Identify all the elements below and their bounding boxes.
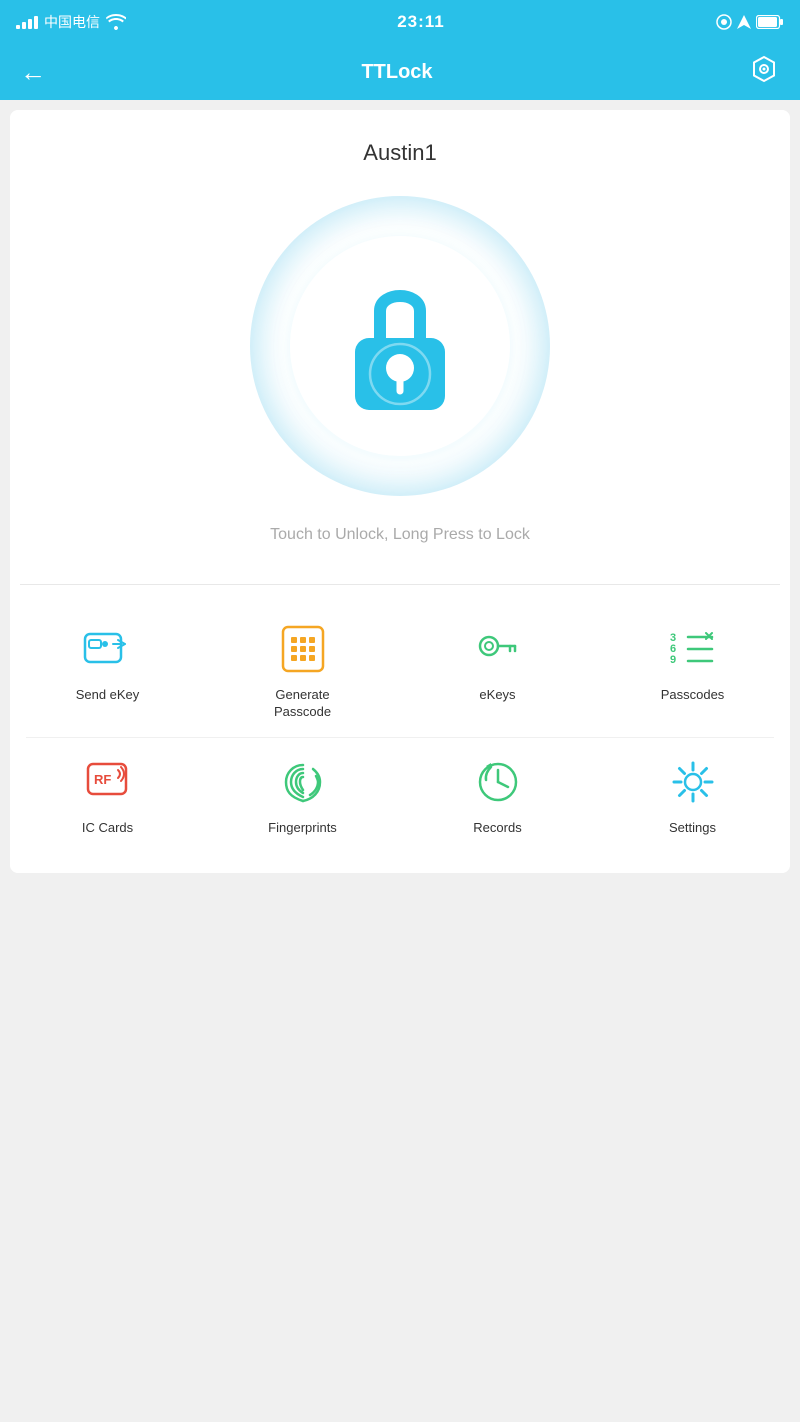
lock-circle-outer[interactable] xyxy=(250,196,550,496)
back-button[interactable]: ← xyxy=(20,59,46,85)
records-button[interactable]: Records xyxy=(400,738,595,853)
fingerprints-button[interactable]: Fingerprints xyxy=(205,738,400,853)
nav-title: TTLock xyxy=(361,61,432,84)
ekeys-icon xyxy=(470,621,526,677)
ekeys-button[interactable]: eKeys xyxy=(400,605,595,737)
navigation-icon xyxy=(736,14,752,30)
status-time: 23:11 xyxy=(397,12,445,32)
wifi-icon xyxy=(106,14,126,30)
status-bar: 中国电信 23:11 xyxy=(0,0,800,44)
settings-action-icon xyxy=(665,754,721,810)
fingerprints-label: Fingerprints xyxy=(268,820,337,837)
settings-action-label: Settings xyxy=(669,820,716,837)
lock-status-icon xyxy=(716,14,732,30)
passcodes-icon: 3 6 9 xyxy=(665,621,721,677)
carrier-label: 中国电信 xyxy=(44,12,100,32)
settings-button[interactable]: Settings xyxy=(595,738,790,853)
unlock-hint: Touch to Unlock, Long Press to Lock xyxy=(270,526,530,544)
generate-passcode-icon xyxy=(275,621,331,677)
signal-icon xyxy=(16,16,38,29)
records-icon xyxy=(470,754,526,810)
records-label: Records xyxy=(473,820,521,837)
generate-passcode-label: GeneratePasscode xyxy=(274,687,331,721)
ic-cards-icon: RF xyxy=(80,754,136,810)
ekeys-label: eKeys xyxy=(479,687,515,704)
lock-icon xyxy=(330,266,470,426)
send-ekey-label: Send eKey xyxy=(76,687,140,704)
nav-bar: ← TTLock xyxy=(0,44,800,100)
settings-icon[interactable] xyxy=(748,53,780,91)
passcodes-button[interactable]: 3 6 9 Passcodes xyxy=(595,605,790,737)
generate-passcode-button[interactable]: GeneratePasscode xyxy=(205,605,400,737)
ic-cards-button[interactable]: RF IC Cards xyxy=(10,738,205,853)
status-left: 中国电信 xyxy=(16,12,126,32)
device-name: Austin1 xyxy=(363,140,436,166)
svg-text:9: 9 xyxy=(670,654,676,666)
passcodes-label: Passcodes xyxy=(661,687,725,704)
main-content: Austin1 Touch to Unlock, Long Pre xyxy=(10,110,790,873)
send-ekey-button[interactable]: Send eKey xyxy=(10,605,205,737)
lock-circle-inner xyxy=(290,236,510,456)
send-ekey-icon xyxy=(80,621,136,677)
actions-grid: Send eKey GeneratePasscod xyxy=(10,585,790,873)
status-right xyxy=(716,14,784,30)
battery-icon xyxy=(756,15,784,29)
fingerprints-icon xyxy=(275,754,331,810)
svg-text:RF: RF xyxy=(94,772,111,787)
lock-section: Austin1 Touch to Unlock, Long Pre xyxy=(10,110,790,584)
ic-cards-label: IC Cards xyxy=(82,820,133,837)
